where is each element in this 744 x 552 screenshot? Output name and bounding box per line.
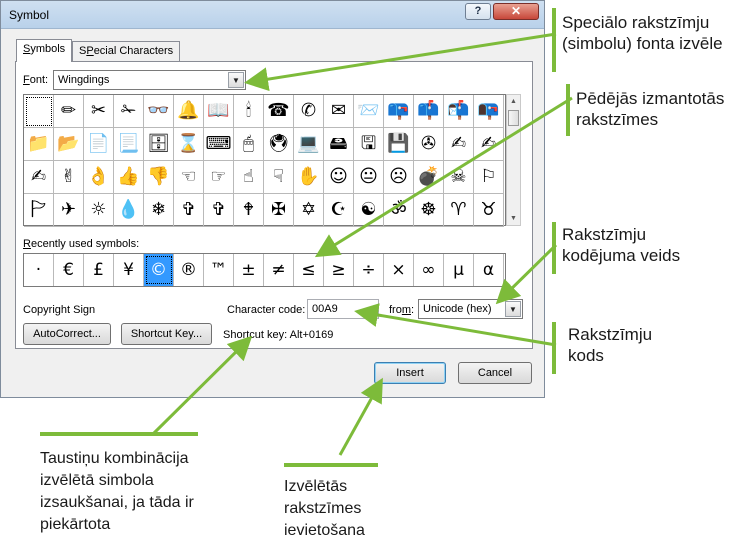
arrow-encoding (495, 243, 558, 305)
callout-line: Speciālo rakstzīmju (562, 13, 710, 32)
callout-shortcut: Taustiņu kombinācija izvēlētā simbola iz… (40, 448, 194, 536)
callout-line: Rakstzīmju (568, 325, 653, 344)
callout-bar (552, 222, 556, 274)
callout-font-select: Speciālo rakstzīmju (simbolu) fonta izvē… (562, 12, 723, 54)
callout-line: kodējuma veids (562, 246, 681, 265)
callout-bar (566, 84, 570, 136)
callout-line: izsaukšanai, ja tāda ir (40, 494, 194, 511)
callout-line: (simbolu) fonta izvēle (562, 34, 723, 53)
arrow-font-select (244, 32, 557, 92)
callout-code: Rakstzīmju kods (568, 324, 652, 366)
callout-bar (284, 463, 378, 467)
callout-line: Pēdējās izmantotās (576, 89, 725, 108)
callout-bar (552, 8, 556, 72)
tab-symbols-label: ymbols (30, 43, 66, 55)
arrow-recent-symbols (314, 96, 573, 258)
callout-line: rakstzīmes (284, 500, 362, 517)
callout-line: rakstzīmes (576, 110, 659, 129)
callout-line: Rakstzīmju (562, 225, 647, 244)
arrow-insert (338, 377, 383, 456)
callout-encoding: Rakstzīmju kodējuma veids (562, 224, 680, 266)
arrow-code (354, 303, 557, 347)
callout-line: piekārtota (40, 516, 111, 533)
callout-line: kods (568, 346, 604, 365)
callout-insert: Izvēlētās rakstzīmes ievietošana (284, 476, 365, 542)
callout-line: izvēlētā simbola (40, 472, 154, 489)
arrow-shortcut (151, 335, 253, 436)
callout-bar (40, 432, 198, 436)
callout-bar (552, 322, 556, 374)
callout-line: Taustiņu kombinācija (40, 450, 189, 467)
tab-symbols[interactable]: Symbols (16, 39, 73, 62)
callout-line: Izvēlētās (284, 478, 348, 495)
callout-recent-symbols: Pēdējās izmantotās rakstzīmes (576, 88, 724, 130)
callout-line: ievietošana (284, 522, 365, 539)
